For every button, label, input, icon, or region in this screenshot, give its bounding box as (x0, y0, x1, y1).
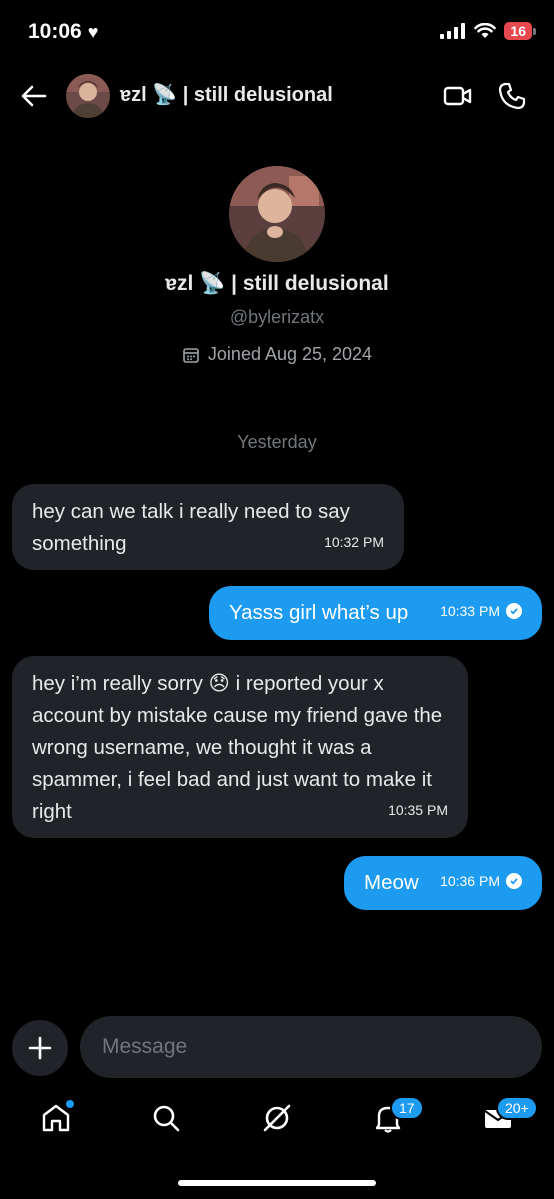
message-input-placeholder: Message (102, 1035, 188, 1058)
message-time: 10:35 PM (388, 802, 448, 818)
avatar-photo (229, 166, 325, 262)
read-check-icon (506, 873, 522, 889)
profile-handle[interactable]: @bylerizatx (0, 307, 554, 328)
heart-icon: ♥ (87, 21, 99, 42)
tab-messages[interactable]: 20+ (474, 1094, 538, 1142)
avatar-photo (66, 74, 110, 118)
tab-grok[interactable] (253, 1094, 301, 1142)
message-bubble-outgoing[interactable]: Yasss girl what’s up 10:33 PM (209, 586, 542, 640)
new-content-dot (66, 1100, 74, 1108)
home-indicator (178, 1180, 376, 1186)
calendar-icon (183, 347, 199, 363)
message-time: 10:36 PM (440, 865, 522, 897)
video-camera-icon (443, 86, 472, 106)
message-bubble-incoming[interactable]: hey i’m really sorry 😞 i reported your x… (12, 656, 468, 838)
phone-icon (498, 82, 526, 110)
profile-avatar[interactable] (229, 166, 325, 262)
day-separator: Yesterday (237, 432, 317, 452)
wifi-icon (474, 23, 497, 38)
status-bar-indicators: 16 (440, 22, 536, 40)
message-time: 10:33 PM (440, 595, 522, 627)
messages-badge: 20+ (496, 1096, 538, 1120)
profile-joined: Joined Aug 25, 2024 (0, 344, 554, 365)
notifications-badge: 17 (390, 1096, 424, 1120)
conversation-header: ɐzl 📡 | still delusional (0, 70, 554, 120)
voice-call-button[interactable] (496, 80, 528, 112)
message-text: Meow (364, 871, 419, 894)
grok-icon (263, 1104, 291, 1132)
plus-icon (28, 1036, 52, 1060)
message-text: hey can we talk i really need to say som… (32, 500, 350, 555)
add-attachment-button[interactable] (12, 1020, 68, 1076)
back-button[interactable] (18, 80, 50, 112)
joined-date: Joined Aug 25, 2024 (207, 344, 373, 364)
header-title[interactable]: ɐzl 📡 | still delusional (120, 82, 333, 107)
message-time: 10:32 PM (324, 534, 384, 550)
message-bubble-incoming[interactable]: hey can we talk i really need to say som… (12, 484, 404, 570)
message-text: Yasss girl what’s up (229, 601, 409, 624)
tab-search[interactable] (142, 1094, 190, 1142)
battery-indicator: 16 (504, 22, 536, 40)
clock: 10:06 (28, 20, 82, 43)
status-bar-time: 10:06 ♥ (28, 20, 98, 44)
read-check-icon (506, 603, 522, 619)
message-input[interactable]: Message (80, 1016, 542, 1078)
profile-name[interactable]: ɐzl 📡 | still delusional (0, 272, 554, 296)
tab-home[interactable] (32, 1094, 80, 1142)
message-bubble-outgoing[interactable]: Meow 10:36 PM (344, 856, 542, 910)
header-avatar[interactable] (66, 74, 110, 118)
arrow-left-icon (21, 85, 47, 107)
signal-icon (440, 23, 466, 39)
search-icon (153, 1105, 180, 1132)
video-call-button[interactable] (442, 80, 474, 112)
tab-notifications[interactable]: 17 (364, 1094, 424, 1142)
message-text: hey i’m really sorry 😞 i reported your x… (32, 672, 443, 823)
